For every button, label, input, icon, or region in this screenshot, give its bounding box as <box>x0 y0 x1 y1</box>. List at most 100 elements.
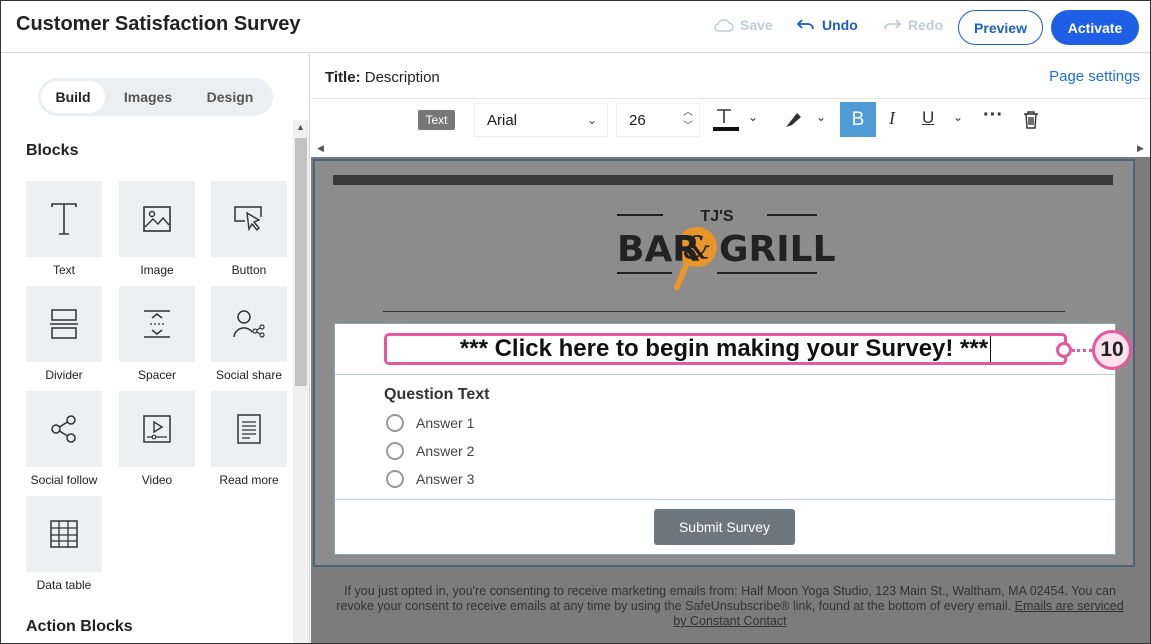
block-label: Read more <box>219 473 279 487</box>
trash-icon <box>1024 111 1038 129</box>
sidebar-scrollbar[interactable]: ▲ <box>293 120 309 643</box>
scroll-up-arrow-icon[interactable]: ▲ <box>296 122 305 132</box>
save-button[interactable]: Save <box>714 17 773 33</box>
email-canvas: TJ'S BAR & GRILLE *** Click here to begi… <box>311 157 1150 643</box>
text-color-button[interactable] <box>711 104 741 134</box>
block-button[interactable]: Button <box>211 181 287 277</box>
footer-text: If you just opted in, you're consenting … <box>336 584 1116 613</box>
block-social-follow[interactable]: Social follow <box>26 391 102 487</box>
title-prefix: Title: <box>325 69 361 86</box>
block-type-chip: Text <box>418 110 455 130</box>
delete-button[interactable] <box>1022 110 1040 130</box>
text-format-toolbar: Text Arial ⌄ 26 ︿ ﹀ ⌄ ⌄ B I U ⌄ ··· <box>311 100 1150 142</box>
image-icon <box>143 206 171 232</box>
block-tile <box>119 286 195 362</box>
tab-images[interactable]: Images <box>105 81 191 113</box>
font-size-value: 26 <box>629 112 646 129</box>
bold-button[interactable]: B <box>840 102 876 137</box>
callout-line <box>1072 349 1092 352</box>
block-text[interactable]: Text <box>26 181 102 277</box>
read-more-icon <box>237 414 261 444</box>
page-settings-link[interactable]: Page settings <box>1049 68 1140 85</box>
block-data-table[interactable]: Data table <box>26 496 102 592</box>
cloud-icon <box>714 19 734 32</box>
tab-build[interactable]: Build <box>41 81 105 113</box>
preview-button[interactable]: Preview <box>958 10 1043 45</box>
radio-button[interactable] <box>386 414 404 432</box>
chevron-down-icon[interactable]: ⌄ <box>748 110 758 124</box>
submit-survey-button[interactable]: Submit Survey <box>654 509 795 545</box>
undo-button[interactable]: Undo <box>796 17 858 33</box>
action-blocks-heading: Action Blocks <box>26 618 133 635</box>
block-tile <box>211 286 287 362</box>
restaurant-logo: TJ'S BAR & GRILLE <box>617 208 837 290</box>
top-header: Customer Satisfaction Survey Save Undo R… <box>1 1 1150 53</box>
callout-dot <box>1056 342 1072 358</box>
highlighter-icon <box>786 113 801 127</box>
logo-amp-text: & <box>683 229 711 267</box>
redo-button[interactable]: Redo <box>882 17 943 33</box>
email-content-frame: TJ'S BAR & GRILLE *** Click here to begi… <box>313 159 1135 567</box>
logo-top-text: TJ'S <box>700 208 733 225</box>
page-title-bar: Title: Description Page settings <box>311 54 1150 99</box>
question-text[interactable]: Question Text <box>384 386 490 404</box>
scroll-right-arrow-icon[interactable]: ▶ <box>1137 143 1144 154</box>
title-value: Description <box>364 69 440 86</box>
block-image[interactable]: Image <box>119 181 195 277</box>
video-icon <box>143 415 171 443</box>
highlight-button[interactable] <box>783 110 803 130</box>
scrollbar-thumb[interactable] <box>295 138 307 386</box>
font-family-select[interactable]: Arial ⌄ <box>474 103 608 137</box>
redo-label: Redo <box>908 17 943 33</box>
italic-icon[interactable]: I <box>889 108 895 129</box>
tab-design[interactable]: Design <box>191 81 269 113</box>
block-tile <box>26 181 102 257</box>
radio-button[interactable] <box>386 470 404 488</box>
chevron-down-icon: ⌄ <box>586 113 597 127</box>
block-label: Social follow <box>30 473 98 487</box>
block-label: Image <box>140 263 174 277</box>
block-read-more[interactable]: Read more <box>211 391 287 487</box>
sidebar-tabs: Build Images Design <box>38 78 273 116</box>
block-tile <box>26 496 102 572</box>
stepper-arrows-icon[interactable]: ︿ ﹀ <box>683 106 693 134</box>
survey-heading-text[interactable]: *** Click here to begin making your Surv… <box>384 333 1067 365</box>
block-label: Video <box>141 473 173 487</box>
data-table-icon <box>50 520 78 548</box>
app-window: Customer Satisfaction Survey Save Undo R… <box>0 0 1151 644</box>
social-follow-icon <box>51 415 76 443</box>
block-label: Divider <box>45 368 83 382</box>
chevron-down-icon[interactable]: ⌄ <box>816 110 826 124</box>
title-field[interactable]: Title: Description <box>325 69 440 86</box>
heading-divider <box>335 374 1115 375</box>
scroll-left-arrow-icon[interactable]: ◀ <box>317 143 324 154</box>
answer-option[interactable]: Answer 2 <box>386 442 474 460</box>
button-icon <box>234 206 262 232</box>
block-tile <box>119 181 195 257</box>
underline-icon[interactable]: U <box>922 108 934 128</box>
font-size-stepper[interactable]: 26 ︿ ﹀ <box>616 103 700 137</box>
block-spacer[interactable]: Spacer <box>119 286 195 382</box>
survey-block[interactable]: *** Click here to begin making your Surv… <box>334 323 1132 555</box>
answer-label: Answer 2 <box>416 443 475 459</box>
text-cursor <box>990 336 992 362</box>
radio-button[interactable] <box>386 442 404 460</box>
redo-icon <box>884 19 902 30</box>
answer-label: Answer 1 <box>416 415 475 431</box>
block-divider[interactable]: Divider <box>26 286 102 382</box>
answer-option[interactable]: Answer 3 <box>386 470 474 488</box>
undo-icon <box>796 19 814 30</box>
logo-right-text: GRILLE <box>719 229 837 270</box>
email-footer: If you just opted in, you're consenting … <box>335 584 1125 629</box>
more-options-icon[interactable]: ··· <box>983 104 1003 127</box>
font-family-value: Arial <box>487 112 518 129</box>
activate-button[interactable]: Activate <box>1051 10 1139 45</box>
chevron-down-icon[interactable]: ⌄ <box>953 110 963 124</box>
block-label: Button <box>231 263 267 277</box>
answer-option[interactable]: Answer 1 <box>386 414 474 432</box>
blocks-sidebar: Build Images Design Blocks Text Image Bu… <box>1 54 310 643</box>
block-video[interactable]: Video <box>119 391 195 487</box>
block-social-share[interactable]: Social share <box>211 286 287 382</box>
block-label: Text <box>52 263 75 277</box>
block-tile <box>211 391 287 467</box>
